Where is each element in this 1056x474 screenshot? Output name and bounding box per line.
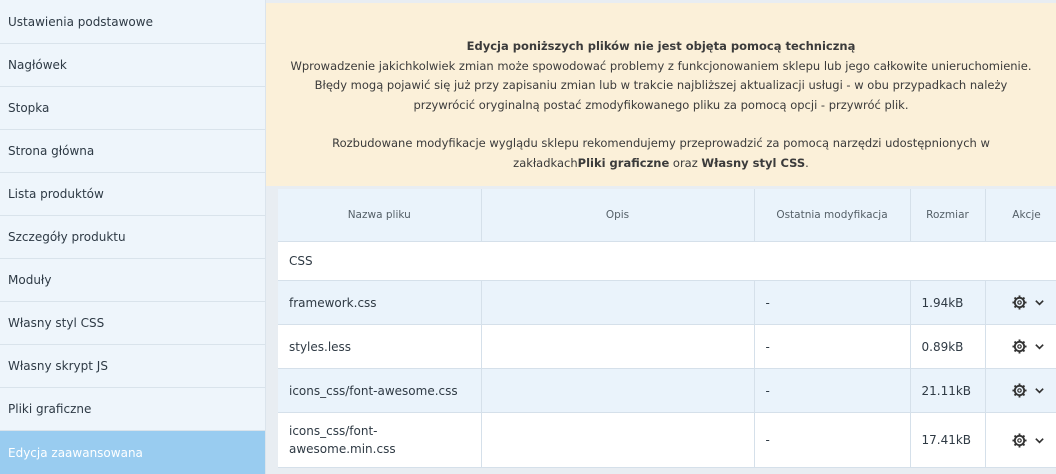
- files-table: Nazwa pliku Opis Ostatnia modyfikacja Ro…: [278, 189, 1056, 468]
- gear-icon[interactable]: [1011, 339, 1027, 354]
- file-size: 21.11kB: [910, 368, 986, 413]
- notice-line-3: Rozbudowane modyfikacje wyglądu sklepu r…: [290, 134, 1032, 173]
- notice-line-2: Błędy mogą pojawić się już przy zapisani…: [314, 78, 1008, 112]
- column-header-size[interactable]: Rozmiar: [910, 189, 986, 242]
- page: Ustawienia podstawowe Nagłówek Stopka St…: [0, 0, 1056, 474]
- chevron-down-icon[interactable]: [1034, 435, 1045, 446]
- table-row: styles.less - 0.89kB: [278, 324, 1056, 369]
- sidebar-item-wlasny-styl-css[interactable]: Własny styl CSS: [0, 302, 265, 345]
- warning-notice: Edycja poniższych plików nie jest objęta…: [266, 3, 1056, 186]
- column-header-name[interactable]: Nazwa pliku: [278, 189, 482, 242]
- files-table-wrap: Nazwa pliku Opis Ostatnia modyfikacja Ro…: [278, 189, 1056, 468]
- sidebar-item-naglowek[interactable]: Nagłówek: [0, 44, 265, 87]
- gear-icon[interactable]: [1011, 295, 1027, 310]
- file-modified: -: [754, 412, 911, 468]
- gear-icon[interactable]: [1011, 432, 1027, 448]
- link-wlasny-styl-css[interactable]: Własny styl CSS: [701, 156, 805, 170]
- actions-dropdown[interactable]: [997, 295, 1056, 310]
- row-actions: [985, 368, 1056, 413]
- file-size: 0.89kB: [910, 324, 986, 369]
- sidebar-item-label: Strona główna: [8, 144, 95, 158]
- file-modified: -: [754, 324, 911, 369]
- sidebar-item-label: Edycja zaawansowana: [8, 445, 143, 460]
- column-header-desc[interactable]: Opis: [481, 189, 755, 242]
- gear-icon[interactable]: [1011, 383, 1027, 398]
- table-row: icons_css/font-awesome.css - 21.11kB: [278, 368, 1056, 413]
- file-desc: [481, 280, 755, 325]
- group-label: CSS: [278, 241, 1056, 281]
- sidebar: Ustawienia podstawowe Nagłówek Stopka St…: [0, 0, 266, 474]
- sidebar-item-pliki-graficzne[interactable]: Pliki graficzne: [0, 388, 265, 431]
- file-name: styles.less: [278, 324, 482, 369]
- actions-dropdown[interactable]: [997, 339, 1056, 354]
- column-header-actions: Akcje: [985, 189, 1056, 242]
- actions-dropdown[interactable]: [997, 432, 1056, 448]
- chevron-down-icon[interactable]: [1034, 341, 1045, 352]
- link-pliki-graficzne[interactable]: Pliki graficzne: [578, 156, 670, 170]
- table-row: framework.css - 1.94kB: [278, 280, 1056, 325]
- sidebar-item-strona-glowna[interactable]: Strona główna: [0, 130, 265, 173]
- notice-line-3-suffix: .: [805, 155, 809, 170]
- sidebar-item-label: Lista produktów: [8, 187, 104, 201]
- table-group-row: CSS: [278, 241, 1056, 281]
- sidebar-item-wlasny-skrypt-js[interactable]: Własny skrypt JS: [0, 345, 265, 388]
- sidebar-item-label: Ustawienia podstawowe: [8, 14, 153, 29]
- actions-dropdown[interactable]: [997, 383, 1056, 398]
- file-size: 17.41kB: [910, 412, 986, 468]
- chevron-down-icon[interactable]: [1034, 297, 1045, 308]
- file-desc: [481, 368, 755, 413]
- sidebar-item-label: Własny skrypt JS: [8, 359, 108, 373]
- sidebar-item-lista-produktow[interactable]: Lista produktów: [0, 173, 265, 216]
- row-actions: [985, 280, 1056, 325]
- notice-line-1: Wprowadzenie jakichkolwiek zmian może sp…: [290, 58, 1032, 73]
- sidebar-item-edycja-zaawansowana[interactable]: Edycja zaawansowana: [0, 431, 265, 474]
- sidebar-item-label: Własny styl CSS: [8, 316, 105, 330]
- notice-title: Edycja poniższych plików nie jest objęta…: [466, 39, 856, 53]
- file-name: icons_css/font-awesome.css: [278, 368, 482, 413]
- file-modified: -: [754, 368, 911, 413]
- file-size: 1.94kB: [910, 280, 986, 325]
- notice-spacer: [266, 115, 1056, 134]
- column-header-modified[interactable]: Ostatnia modyfikacja: [754, 189, 911, 242]
- file-name: framework.css: [278, 280, 482, 325]
- sidebar-item-label: Pliki graficzne: [8, 402, 92, 416]
- sidebar-item-label: Moduły: [8, 273, 52, 287]
- table-header-row: Nazwa pliku Opis Ostatnia modyfikacja Ro…: [278, 189, 1056, 242]
- main-content: Edycja poniższych plików nie jest objęta…: [266, 0, 1056, 474]
- notice-line-3-mid: oraz: [669, 155, 702, 170]
- chevron-down-icon[interactable]: [1034, 385, 1045, 396]
- file-desc: [481, 412, 755, 468]
- file-modified: -: [754, 280, 911, 325]
- sidebar-item-moduly[interactable]: Moduły: [0, 259, 265, 302]
- sidebar-item-szczegoly-produktu[interactable]: Szczegóły produktu: [0, 216, 265, 259]
- sidebar-item-label: Nagłówek: [8, 58, 67, 72]
- sidebar-item-label: Stopka: [8, 101, 50, 115]
- sidebar-item-label: Szczegóły produktu: [8, 230, 126, 244]
- sidebar-item-stopka[interactable]: Stopka: [0, 87, 265, 130]
- row-actions: [985, 324, 1056, 369]
- file-desc: [481, 324, 755, 369]
- file-name: icons_css/font-awesome.min.css: [278, 412, 482, 468]
- table-row: icons_css/font-awesome.min.css - 17.41kB: [278, 412, 1056, 468]
- sidebar-item-ustawienia-podstawowe[interactable]: Ustawienia podstawowe: [0, 0, 265, 44]
- row-actions: [985, 412, 1056, 468]
